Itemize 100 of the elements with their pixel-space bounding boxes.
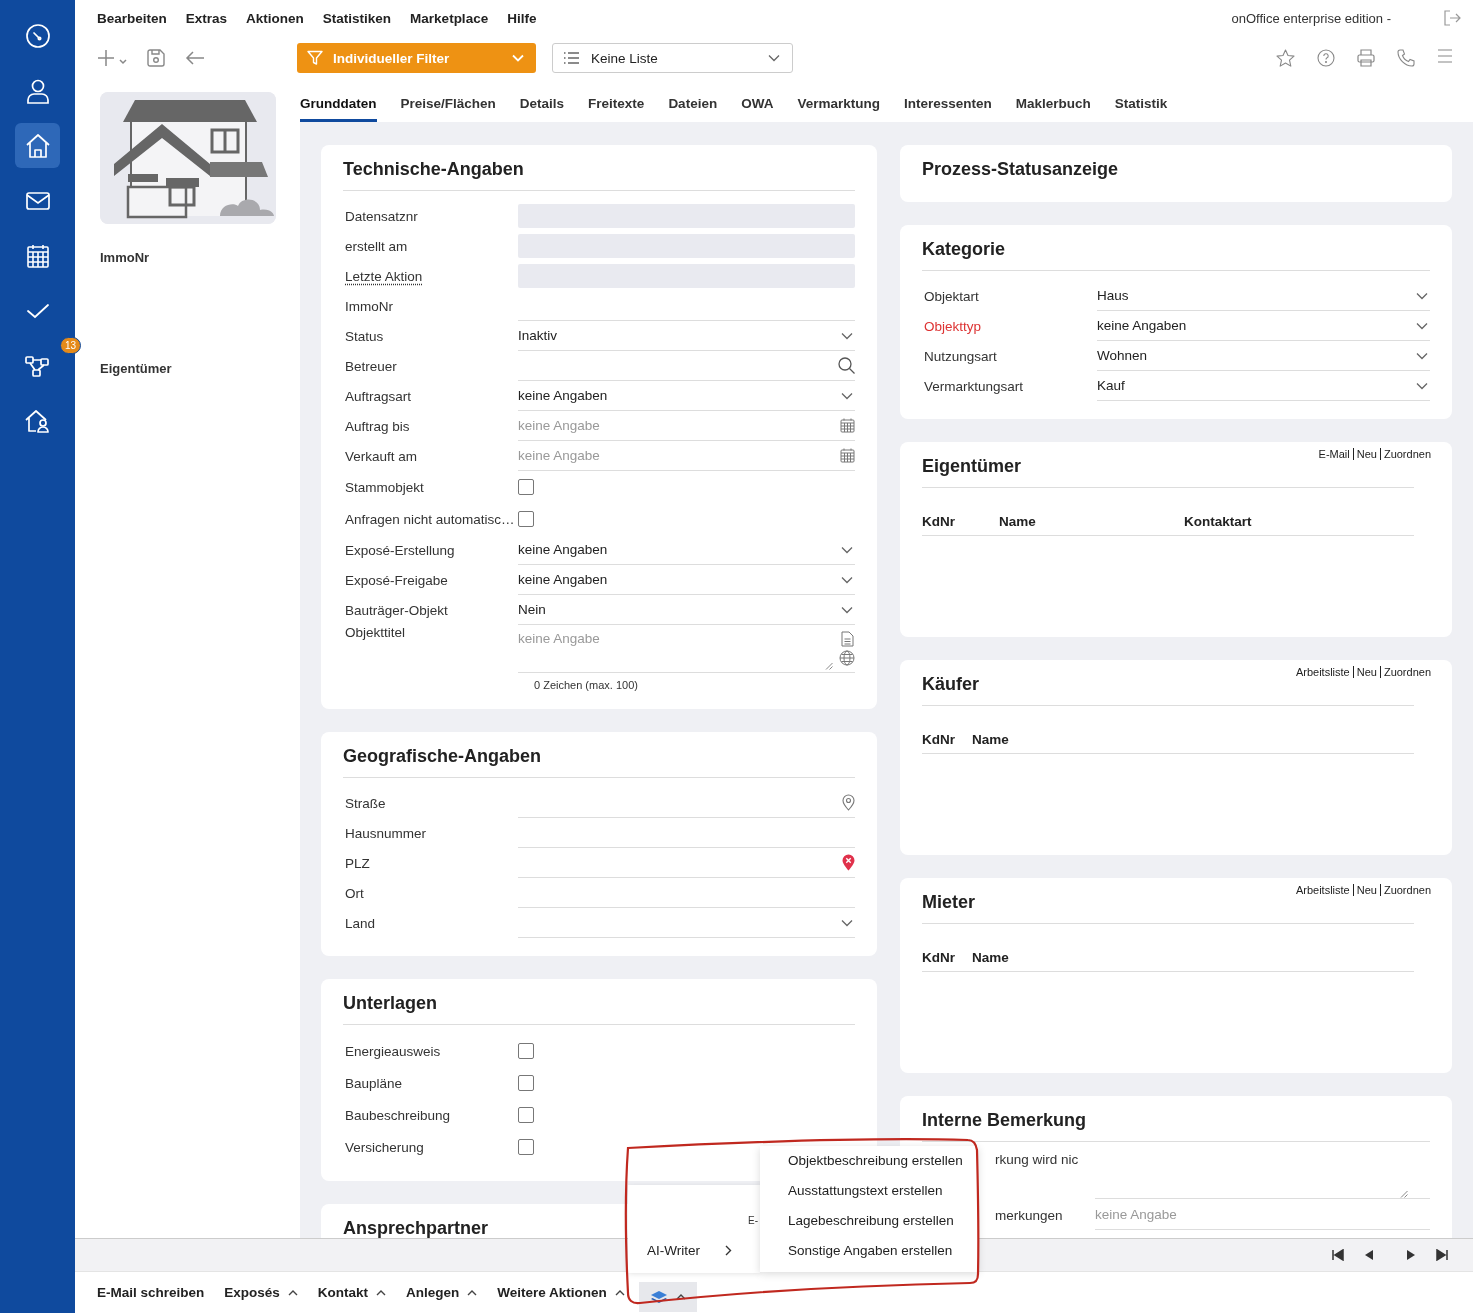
calendar-icon[interactable] [840, 418, 855, 433]
action-link[interactable]: Arbeitsliste [1292, 666, 1353, 678]
action-link[interactable]: Arbeitsliste [1292, 884, 1353, 896]
edition-label: onOffice enterprise edition - [1231, 10, 1391, 26]
select-field[interactable]: keine Angaben [518, 381, 855, 411]
submenu-item[interactable]: Ausstattungstext erstellen [760, 1176, 978, 1206]
menu-item[interactable]: Extras [185, 10, 228, 26]
search-icon[interactable] [838, 357, 855, 374]
text-field[interactable]: keine Angabe [1095, 1207, 1430, 1222]
field-label: Betreuer [344, 358, 398, 374]
checkbox[interactable] [518, 1043, 534, 1059]
last-page-icon[interactable] [1436, 1249, 1448, 1261]
tab[interactable]: Vermarktung [797, 96, 880, 122]
checkbox[interactable] [518, 511, 534, 527]
checkbox[interactable] [518, 1139, 534, 1155]
add-icon[interactable] [97, 49, 127, 67]
character-counter: 0 Zeichen (max. 100) [533, 678, 639, 691]
globe-icon[interactable] [839, 650, 855, 666]
field-label: Exposé-Erstellung [344, 542, 456, 558]
card-title: Käufer [922, 673, 979, 696]
logout-icon[interactable] [1443, 10, 1461, 26]
action-link[interactable]: Zuordnen [1379, 884, 1434, 896]
home-icon[interactable] [24, 132, 51, 159]
date-field[interactable]: keine Angabe [518, 448, 834, 463]
tab[interactable]: Statistik [1114, 96, 1168, 122]
checkbox[interactable] [518, 1075, 534, 1091]
layers-icon [649, 1289, 668, 1304]
card-title: Interne Bemerkung [922, 1109, 1087, 1132]
resize-handle-icon[interactable] [825, 662, 833, 670]
caret-up-icon [614, 1289, 625, 1296]
action-link[interactable]: Neu [1352, 884, 1380, 896]
action-link[interactable]: Zuordnen [1379, 666, 1434, 678]
field-label: Verkauft am [344, 448, 419, 464]
calendar-icon[interactable] [24, 242, 51, 269]
tab[interactable]: Details [519, 96, 565, 122]
field-label: Auftrag bis [344, 418, 411, 434]
menu-item[interactable]: AI-Writer [628, 1227, 760, 1273]
phone-icon[interactable] [1397, 49, 1415, 67]
caret-up-icon [376, 1289, 387, 1296]
document-icon[interactable] [840, 631, 854, 647]
action-menu-button[interactable]: Weitere Aktionen [497, 1285, 625, 1300]
field-label: Land [344, 915, 377, 931]
layers-button[interactable] [638, 1281, 697, 1312]
checkbox[interactable] [518, 479, 534, 495]
calendar-icon[interactable] [840, 448, 855, 463]
select-field[interactable]: Wohnen [1097, 341, 1430, 371]
action-link[interactable]: E-Mail [1315, 448, 1353, 460]
select-field[interactable]: Inaktiv [518, 321, 855, 351]
submenu-item[interactable]: Lagebeschreibung erstellen [760, 1206, 978, 1236]
tab[interactable]: OWA [741, 96, 774, 122]
select-field[interactable]: keine Angaben [518, 565, 855, 595]
action-link[interactable]: Zuordnen [1379, 448, 1434, 460]
tab[interactable]: Freitexte [588, 96, 645, 122]
action-link[interactable]: Neu [1352, 666, 1380, 678]
star-icon[interactable] [1276, 49, 1295, 67]
action-menu-button[interactable]: E-Mail schreiben [97, 1285, 205, 1300]
help-icon[interactable] [1317, 49, 1335, 67]
textarea-field[interactable]: keine Angabe [518, 631, 833, 667]
resize-handle-icon[interactable] [1400, 1190, 1408, 1198]
sidebar-item[interactable] [15, 123, 60, 168]
column-header: Name [972, 950, 1010, 965]
home-person-icon[interactable] [23, 407, 52, 434]
tab[interactable]: Preise/Flächen [400, 96, 496, 122]
next-page-icon[interactable] [1406, 1249, 1416, 1261]
action-menu-button[interactable]: Kontakt [317, 1285, 387, 1300]
menu-item[interactable]: Aktionen [246, 10, 304, 26]
submenu-item[interactable]: Objektbeschreibung erstellen [760, 1146, 978, 1176]
date-field[interactable]: keine Angabe [518, 418, 834, 433]
submenu-item[interactable]: Sonstige Angaben erstellen [760, 1236, 978, 1266]
menu-item[interactable]: Statistiken [322, 10, 392, 26]
person-icon[interactable] [24, 77, 51, 104]
menu-item[interactable]: Hilfe [507, 10, 537, 26]
field-label: Bauträger-Objekt [344, 602, 449, 618]
field-label: Objekttyp [923, 318, 983, 334]
previous-page-icon[interactable] [1364, 1249, 1374, 1261]
action-link[interactable]: Neu [1352, 448, 1380, 460]
select-field[interactable]: Kauf [1097, 371, 1430, 401]
gauge-icon[interactable] [24, 22, 51, 49]
field-label: Auftragsart [344, 388, 413, 404]
print-icon[interactable] [1357, 49, 1375, 67]
filter-icon [307, 50, 323, 66]
field-label: Ort [344, 885, 365, 901]
list-dropdown[interactable]: Keine Liste [552, 43, 793, 73]
select-field[interactable]: Nein [518, 595, 855, 625]
save-icon[interactable] [147, 49, 165, 67]
select-field[interactable]: Haus [1097, 281, 1430, 311]
tab[interactable]: Dateien [668, 96, 718, 122]
tab[interactable]: Maklerbuch [1015, 96, 1091, 122]
card-title: Ansprechpartner [343, 1217, 489, 1238]
menu-item[interactable]: Marketplace [410, 10, 489, 26]
action-menu-button[interactable]: Exposés [224, 1285, 298, 1300]
action-menu-button[interactable]: Anlegen [406, 1285, 478, 1300]
tab[interactable]: Interessenten [903, 96, 992, 122]
first-page-icon[interactable] [1332, 1249, 1344, 1261]
select-field[interactable]: keine Angaben [518, 535, 855, 565]
back-arrow-icon[interactable] [185, 50, 205, 66]
select-field[interactable]: keine Angaben [1097, 311, 1430, 341]
menu-item[interactable]: Bearbeiten [97, 10, 167, 26]
checkbox[interactable] [518, 1107, 534, 1123]
chevron-down-icon [1416, 381, 1428, 390]
